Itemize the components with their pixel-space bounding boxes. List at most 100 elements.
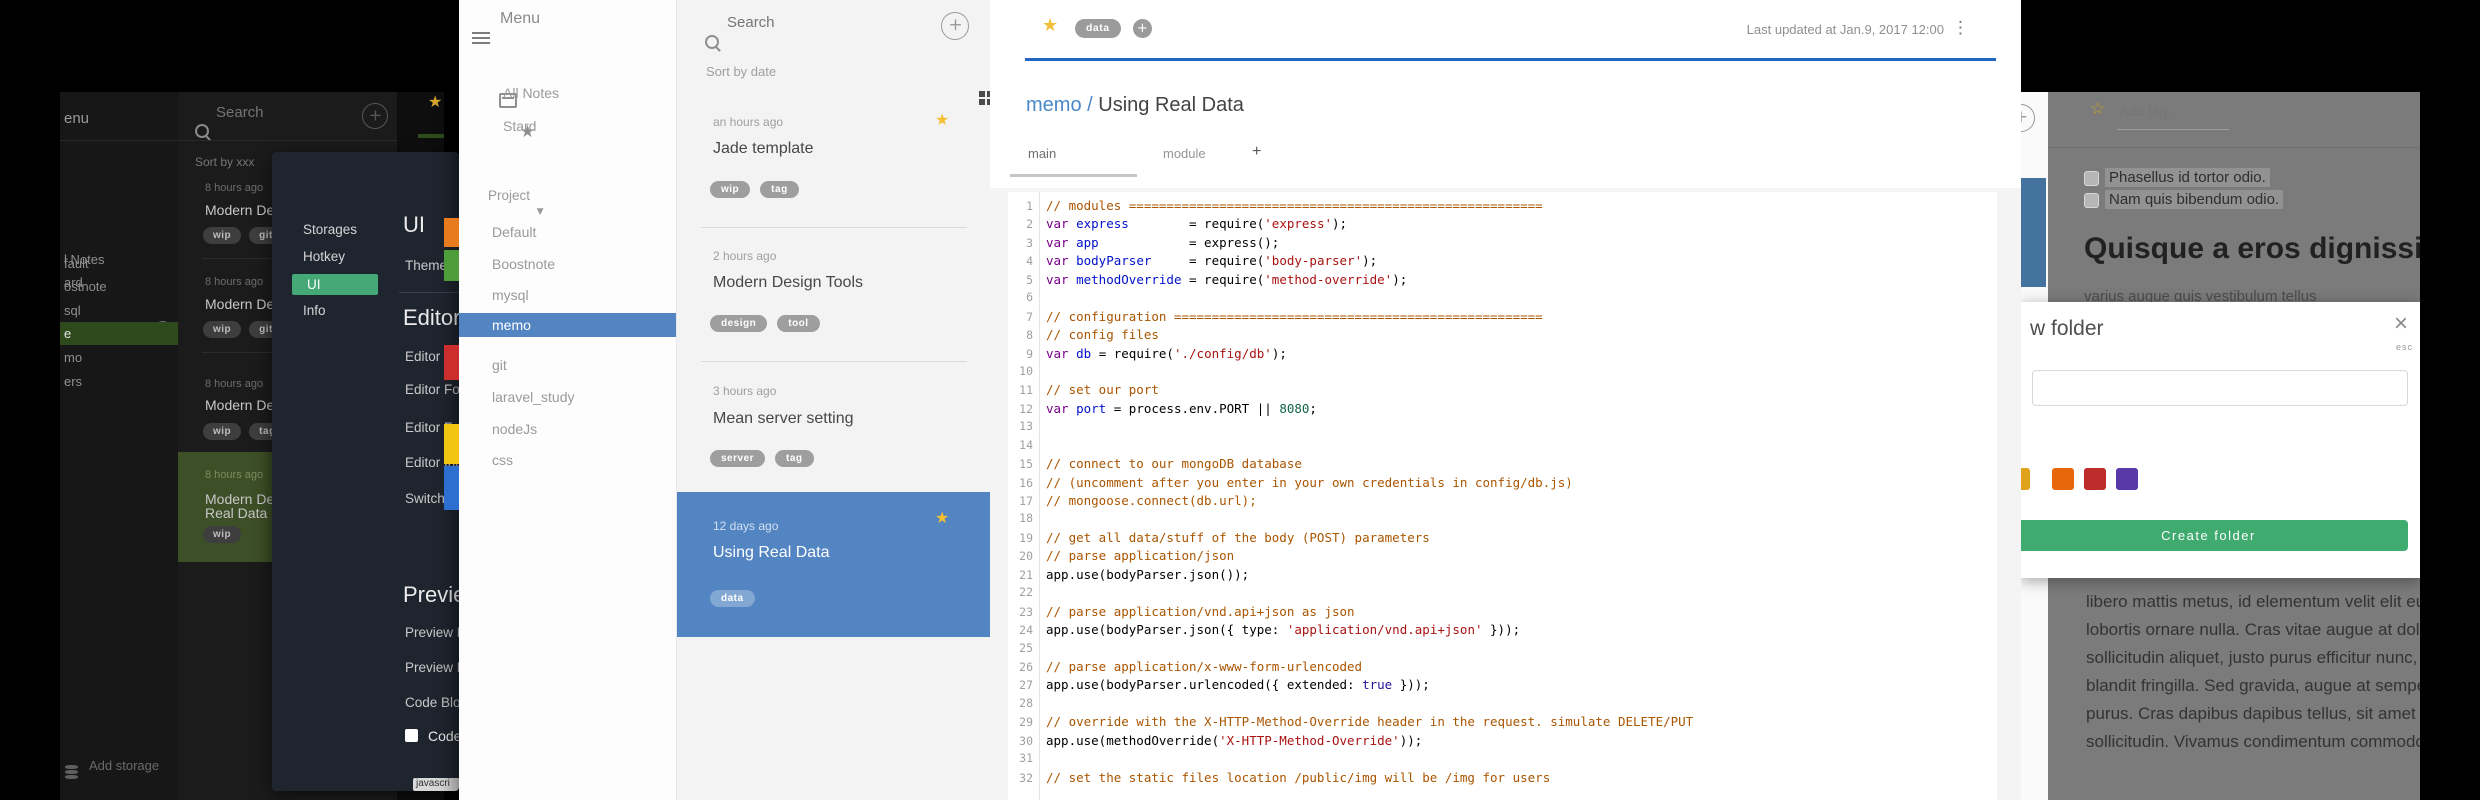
editor-surface: 1 // modules ============================… [990, 188, 2021, 800]
code-editor[interactable]: 1 // modules ============================… [1008, 192, 1997, 800]
breadcrumb-folder[interactable]: memo [1026, 94, 1082, 116]
code-line: 11 // set our port [1008, 382, 1997, 400]
settings-editor-heading: Editor [403, 305, 459, 330]
note-tag[interactable]: data [1075, 19, 1121, 38]
sort-label[interactable]: Sort by date [706, 64, 776, 79]
code-text: // set the static files location /public… [1046, 769, 1551, 785]
sidebar-item-folder[interactable]: laravel_study [492, 389, 575, 405]
search-input[interactable] [727, 14, 877, 31]
sidebar-item-label: memo [492, 317, 531, 333]
dark-new-note-button[interactable] [362, 103, 389, 129]
code-line: 18 [1008, 511, 1997, 529]
settings-row[interactable]: Code Blo [405, 695, 459, 710]
hamburger-icon[interactable] [472, 32, 490, 34]
star-icon[interactable]: ★ [428, 94, 442, 110]
code-line: 19 // get all data/stuff of the body (POS… [1008, 530, 1997, 548]
grid-view-icon[interactable] [978, 91, 985, 97]
sidebar-item-folder[interactable]: fault [64, 256, 89, 271]
star-outline-icon[interactable]: ☆ [2090, 101, 2105, 118]
note-title[interactable]: Using Real Data [1098, 94, 1244, 116]
folder-color-swatch[interactable] [2084, 468, 2106, 490]
note-title[interactable]: Modern Design Tools [713, 274, 863, 292]
sidebar-item-folder[interactable]: css [492, 452, 513, 468]
tag-pill: tool [777, 315, 820, 332]
line-number: 32 [1019, 770, 1033, 785]
todo-checkbox[interactable] [2084, 193, 2099, 208]
star-icon[interactable]: ★ [1042, 17, 1058, 35]
dark-sort-label[interactable]: Sort by xxx [195, 155, 254, 169]
sidebar-item-folder[interactable]: ostnote [64, 279, 107, 294]
settings-panel: Storages Hotkey UI Info UI Theme Editor Edi… [272, 152, 459, 791]
star-icon[interactable]: ★ [935, 510, 949, 526]
sidebar-item-all-notes[interactable]: All Notes [503, 85, 559, 101]
paragraph-line: lobortis ornare nulla. Cras vitae augue … [2086, 620, 2420, 639]
add-storage-label: Add storage [89, 758, 160, 773]
sidebar-item-folder[interactable]: Boostnote [492, 256, 555, 272]
note-title[interactable]: Mean server setting [713, 410, 854, 428]
settings-row[interactable]: Editor Fo [405, 382, 459, 397]
line-number: 18 [1019, 511, 1033, 526]
paragraph-line: sollicitudin. Vivamus condimentum commod… [2086, 732, 2420, 751]
code-text: // parse application/x-www-form-urlencod… [1046, 658, 1363, 674]
settings-preview-heading: Previe [403, 582, 459, 607]
settings-nav-item[interactable]: Storages [303, 222, 357, 237]
note-title: Modern Des [205, 397, 282, 413]
note-date: 12 days ago [713, 519, 779, 533]
line-number: 19 [1019, 530, 1033, 545]
folder-color-swatch[interactable] [2021, 468, 2030, 490]
settings-nav-item[interactable]: Hotkey [303, 249, 345, 264]
add-tag-input[interactable] [2119, 103, 2239, 119]
line-number: 29 [1019, 715, 1033, 730]
settings-nav-item[interactable]: Info [303, 303, 326, 318]
settings-row[interactable]: Preview F [405, 625, 459, 640]
sidebar-item-starred[interactable]: Stard [503, 118, 536, 134]
breadcrumb-separator: / [1081, 94, 1099, 116]
dark-add-storage-button[interactable]: Add storage [65, 756, 159, 774]
sidebar-item-folder[interactable]: sql [64, 303, 81, 318]
star-icon[interactable]: ★ [935, 112, 949, 128]
chevron-down-icon[interactable]: ▼ [537, 208, 544, 217]
add-tab-button[interactable]: + [1252, 143, 1261, 161]
dark-search-input[interactable] [216, 104, 326, 121]
tab-main[interactable]: main [1028, 146, 1056, 161]
theme-swatch-fragment [444, 345, 459, 380]
new-note-button[interactable] [941, 12, 970, 40]
sidebar-item-folder[interactable]: Default [492, 224, 536, 240]
sidebar-item-folder[interactable]: mo [64, 350, 82, 365]
project-label[interactable]: Project [488, 188, 530, 203]
tag-pill: server [710, 450, 766, 467]
line-number: 13 [1019, 419, 1033, 434]
create-folder-button[interactable]: Create folder [2021, 520, 2408, 551]
folder-color-swatch[interactable] [2052, 468, 2074, 490]
tab-module[interactable]: module [1163, 146, 1206, 161]
code-block-checkbox[interactable] [405, 729, 418, 742]
folder-name-input[interactable] [2032, 370, 2408, 406]
note-title[interactable]: Jade template [713, 140, 814, 158]
code-text: // override with the X-HTTP-Method-Overr… [1046, 714, 1694, 730]
kebab-menu-icon[interactable]: ⋮ [1952, 18, 1969, 38]
code-text: // configuration =======================… [1046, 308, 1543, 324]
settings-nav-item-selected[interactable]: UI [292, 274, 378, 295]
note-title[interactable]: Using Real Data [713, 544, 830, 562]
new-note-button[interactable] [2021, 104, 2035, 132]
code-theme-dropdown[interactable]: javascri [413, 778, 459, 791]
code-text: app.use(methodOverride('X-HTTP-Method-Ov… [1046, 732, 1423, 748]
settings-row[interactable]: Theme [405, 258, 447, 273]
modal-title: w folder [2030, 317, 2104, 340]
todo-checkbox[interactable] [2084, 171, 2099, 186]
code-line: 1 // modules ============================… [1008, 198, 1997, 216]
sidebar-item-folder[interactable]: ers [64, 374, 82, 389]
settings-row[interactable]: Preview F [405, 660, 459, 675]
dark-menu-label[interactable]: enu [64, 110, 89, 127]
sidebar-item-selected[interactable]: e [60, 322, 178, 345]
add-tag-button[interactable] [1133, 19, 1152, 38]
line-number: 23 [1019, 604, 1033, 619]
menu-label[interactable]: Menu [500, 10, 540, 28]
close-icon[interactable]: × [2394, 310, 2408, 338]
sidebar-item-folder-selected[interactable]: memo [459, 313, 676, 337]
sidebar-item-folder[interactable]: nodeJs [492, 421, 537, 437]
folder-color-swatch[interactable] [2116, 468, 2138, 490]
sidebar-item-folder[interactable]: git [492, 357, 507, 373]
sidebar-item-folder[interactable]: mysql [492, 287, 529, 303]
note-card-selected[interactable]: ★ 12 days ago Using Real Data data [677, 492, 991, 637]
